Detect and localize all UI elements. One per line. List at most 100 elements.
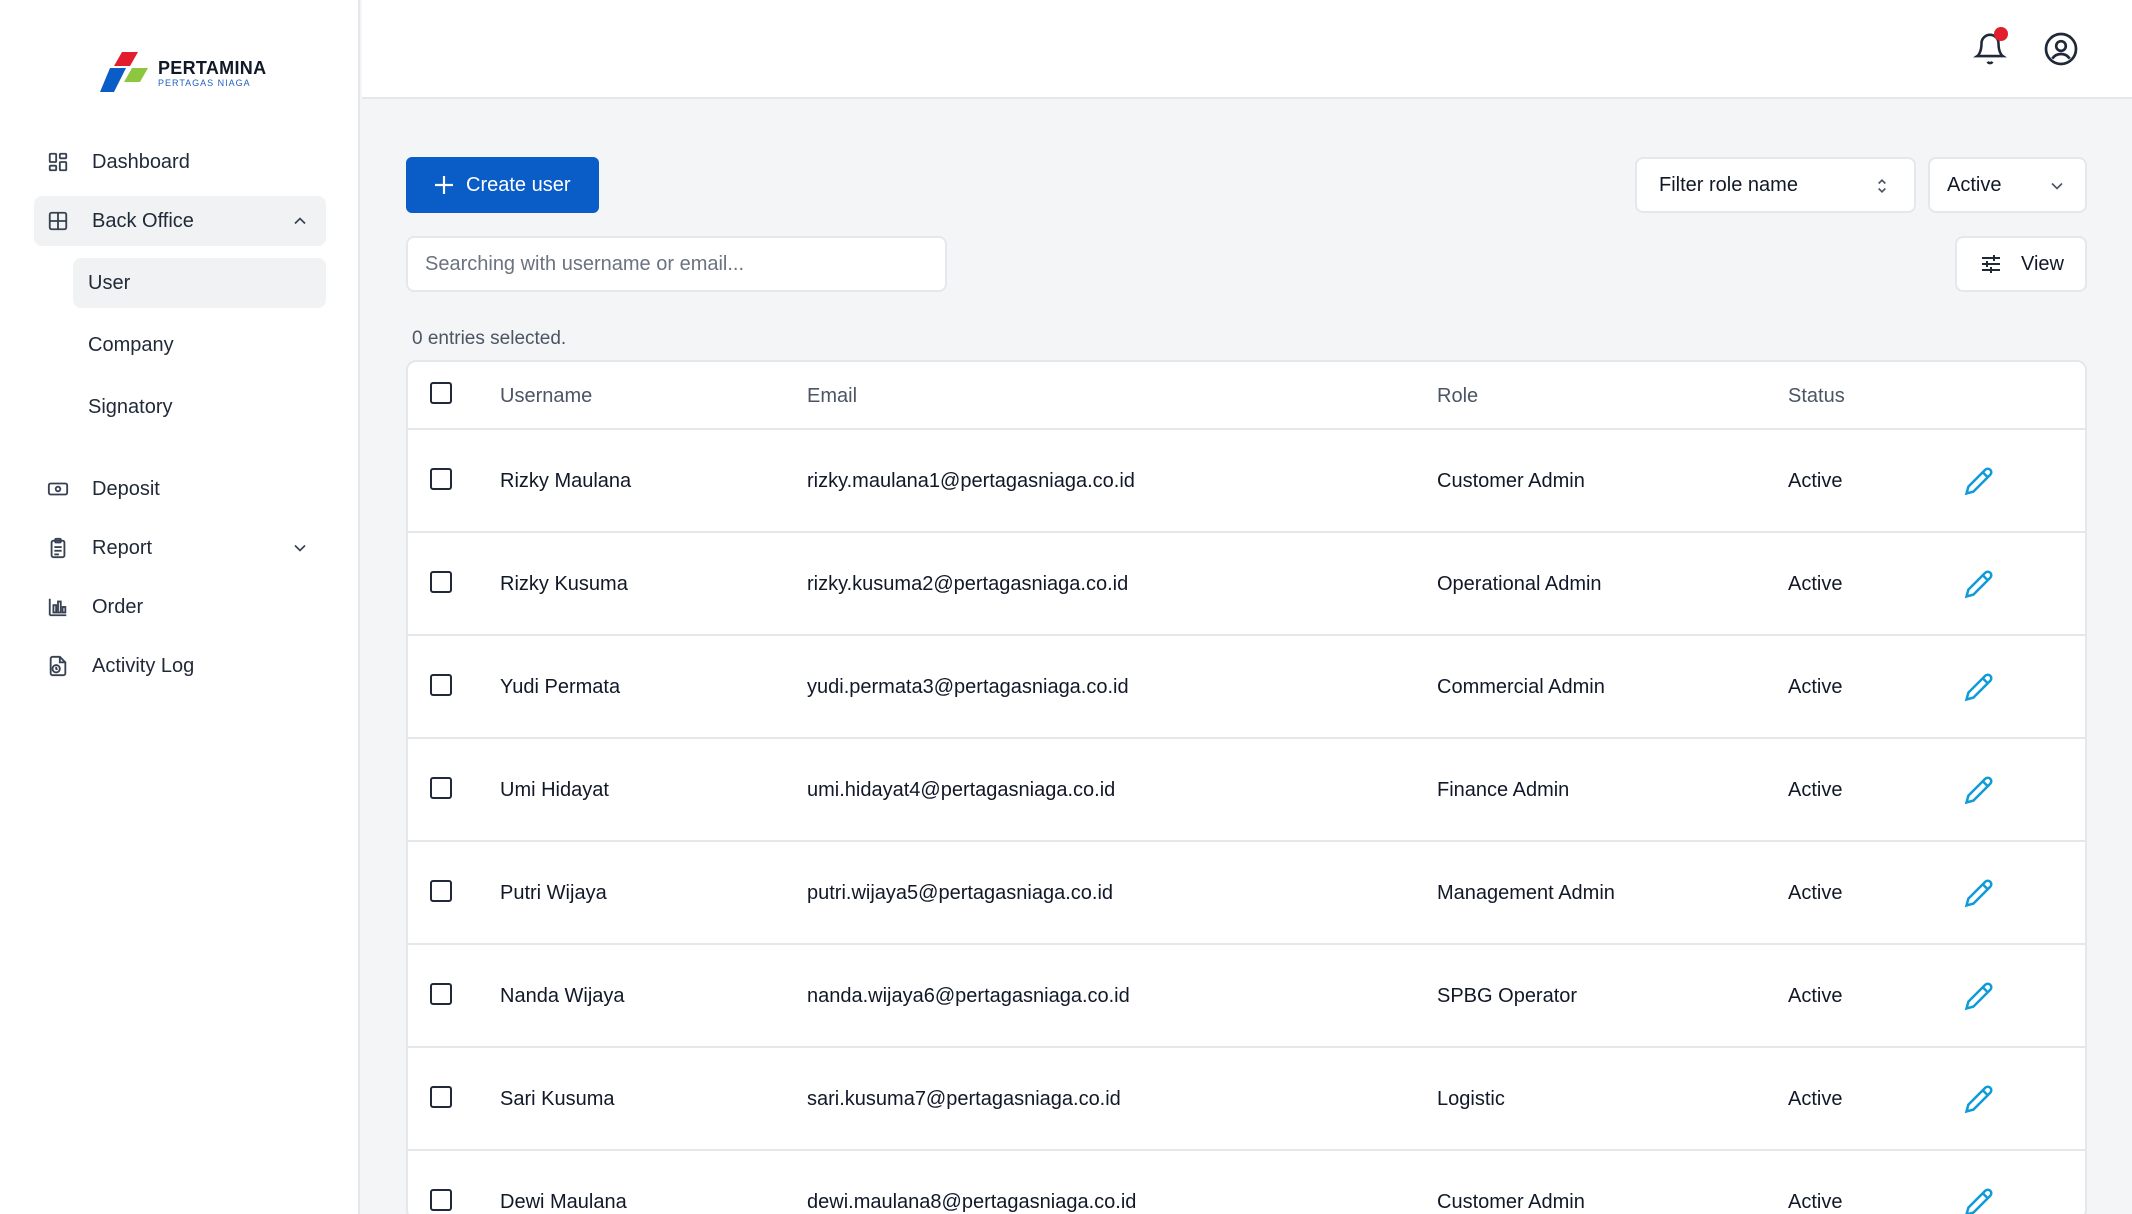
cell-role: SPBG Operator [1437, 985, 1578, 1007]
account-button[interactable] [2041, 29, 2081, 69]
cell-email: putri.wijaya5@pertagasniaga.co.id [807, 882, 1114, 904]
sidebar-subitem-label: Signatory [88, 395, 173, 418]
sidebar-subitem-label: Company [88, 333, 174, 356]
sidebar-item-deposit[interactable]: Deposit [34, 464, 326, 514]
dashboard-grid-icon [46, 150, 70, 174]
table-row: Rizky Kusuma rizky.kusuma2@pertagasniaga.… [408, 533, 2085, 636]
row-checkbox[interactable] [430, 1189, 452, 1211]
cell-username: Umi Hidayat [500, 779, 609, 801]
sidebar-subitem-company[interactable]: Company [73, 320, 326, 370]
cell-role: Commercial Admin [1437, 676, 1605, 698]
cell-username: Dewi Maulana [500, 1191, 627, 1213]
column-header-status: Status [1788, 385, 1845, 407]
edit-pencil-icon[interactable] [1964, 775, 1994, 805]
sidebar-item-label: Back Office [92, 209, 194, 232]
create-user-label: Create user [466, 173, 571, 196]
row-checkbox[interactable] [430, 777, 452, 799]
chevron-up-down-icon [1878, 178, 1886, 194]
cell-username: Sari Kusuma [500, 1088, 615, 1110]
top-header [362, 0, 2132, 99]
sidebar-item-order[interactable]: Order [34, 582, 326, 632]
sidebar-item-activity-log[interactable]: Activity Log [34, 641, 326, 691]
edit-pencil-icon[interactable] [1964, 1187, 1994, 1214]
cell-username: Rizky Kusuma [500, 573, 628, 595]
table-row: Nanda Wijaya nanda.wijaya6@pertagasniaga.… [408, 945, 2085, 1048]
role-filter-label: Filter role name [1659, 173, 1798, 196]
cell-email: rizky.kusuma2@pertagasniaga.co.id [807, 573, 1129, 595]
sidebar-subitem-user[interactable]: User [73, 258, 326, 308]
edit-pencil-icon[interactable] [1964, 1084, 1994, 1114]
chevron-down-icon [294, 544, 306, 552]
edit-pencil-icon[interactable] [1964, 672, 1994, 702]
view-options-button[interactable]: View [1955, 236, 2087, 292]
table-row: Umi Hidayat umi.hidayat4@pertagasniaga.co… [408, 739, 2085, 842]
cell-email: yudi.permata3@pertagasniaga.co.id [807, 676, 1129, 698]
cell-status: Active [1788, 1088, 1843, 1110]
table-row: Sari Kusuma sari.kusuma7@pertagasniaga.co… [408, 1048, 2085, 1151]
cell-role: Customer Admin [1437, 1191, 1585, 1213]
file-clock-icon [46, 654, 70, 678]
table-row: Rizky Maulana rizky.maulana1@pertagasniag… [408, 430, 2085, 533]
cell-email: dewi.maulana8@pertagasniaga.co.id [807, 1191, 1137, 1213]
search-input[interactable] [406, 236, 947, 292]
row-checkbox[interactable] [430, 983, 452, 1005]
cell-status: Active [1788, 1191, 1843, 1213]
brand-subtitle: PERTAGAS NIAGA [158, 77, 251, 88]
row-checkbox[interactable] [430, 571, 452, 593]
table-row: Dewi Maulana dewi.maulana8@pertagasniaga.… [408, 1151, 2085, 1214]
status-filter-value: Active [1947, 173, 2002, 196]
edit-pencil-icon[interactable] [1964, 981, 1994, 1011]
cell-email: rizky.maulana1@pertagasniaga.co.id [807, 470, 1135, 492]
pertamina-logo-icon [100, 52, 148, 92]
column-header-email: Email [807, 385, 858, 407]
column-header-username: Username [500, 385, 593, 407]
row-checkbox[interactable] [430, 880, 452, 902]
edit-pencil-icon[interactable] [1964, 466, 1994, 496]
brand-name: PERTAMINA [158, 57, 267, 78]
sidebar-item-report[interactable]: Report [34, 523, 326, 573]
role-filter-select[interactable]: Filter role name [1635, 157, 1916, 213]
sidebar-item-label: Activity Log [92, 654, 195, 677]
row-checkbox[interactable] [430, 674, 452, 696]
sidebar-item-label: Order [92, 595, 144, 618]
table-grid-icon [46, 209, 70, 233]
plus-icon [435, 176, 453, 194]
status-filter-select[interactable]: Active [1928, 157, 2087, 213]
cell-role: Customer Admin [1437, 470, 1585, 492]
sidebar-subitem-label: User [88, 271, 131, 294]
chevron-down-icon [2051, 182, 2063, 190]
sidebar-item-back-office[interactable]: Back Office [34, 196, 326, 246]
cell-role: Finance Admin [1437, 779, 1570, 801]
row-checkbox[interactable] [430, 468, 452, 490]
edit-pencil-icon[interactable] [1964, 878, 1994, 908]
cell-role: Logistic [1437, 1088, 1505, 1110]
selection-count: 0 entries selected. [412, 328, 567, 349]
row-checkbox[interactable] [430, 1086, 452, 1108]
notification-button[interactable] [1970, 27, 2010, 69]
bar-chart-icon [46, 595, 70, 619]
cell-username: Putri Wijaya [500, 882, 607, 904]
sidebar-item-label: Dashboard [92, 150, 190, 173]
select-all-checkbox[interactable] [430, 382, 452, 404]
sidebar-subitem-signatory[interactable]: Signatory [73, 382, 326, 432]
cell-status: Active [1788, 779, 1843, 801]
chevron-up-icon [294, 217, 306, 225]
users-table: Username Email Role Status Rizky Maulana… [406, 360, 2087, 1214]
sidebar: PERTAMINA PERTAGAS NIAGA Dashboard Back … [0, 0, 360, 1214]
clipboard-icon [46, 536, 70, 560]
banknote-icon [46, 477, 70, 501]
edit-pencil-icon[interactable] [1964, 569, 1994, 599]
brand-logo[interactable]: PERTAMINA PERTAGAS NIAGA [100, 50, 270, 96]
cell-status: Active [1788, 676, 1843, 698]
notification-badge [1994, 27, 2008, 41]
table-header-row: Username Email Role Status [408, 362, 2085, 430]
sidebar-item-dashboard[interactable]: Dashboard [34, 137, 326, 187]
table-row: Putri Wijaya putri.wijaya5@pertagasniaga.… [408, 842, 2085, 945]
cell-status: Active [1788, 882, 1843, 904]
table-row: Yudi Permata yudi.permata3@pertagasniaga.… [408, 636, 2085, 739]
column-header-role: Role [1437, 385, 1479, 407]
create-user-button[interactable]: Create user [406, 157, 599, 213]
sidebar-item-label: Report [92, 536, 153, 559]
cell-email: umi.hidayat4@pertagasniaga.co.id [807, 779, 1116, 801]
sliders-icon [1982, 255, 2000, 273]
